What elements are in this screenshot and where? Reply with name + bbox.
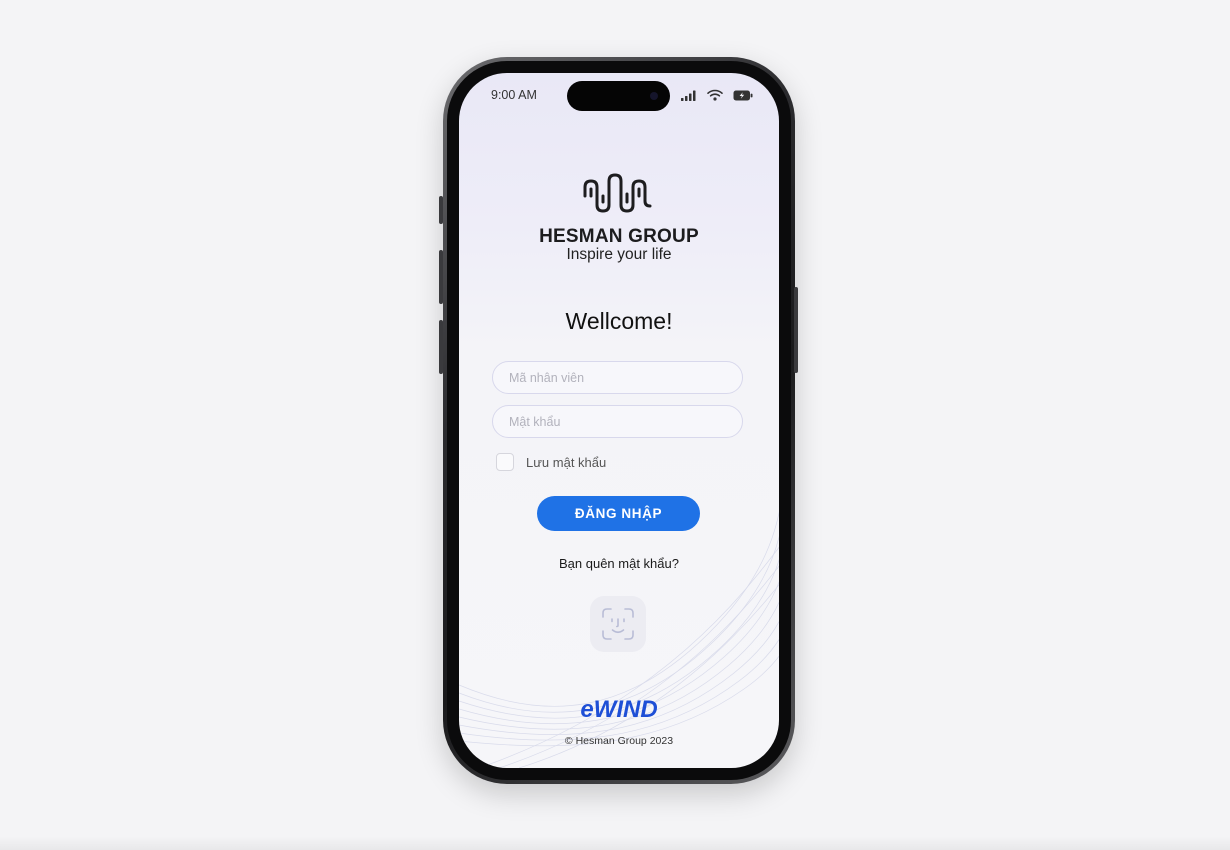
face-id-button[interactable] — [590, 596, 646, 652]
signal-icon — [681, 90, 696, 101]
action-button — [439, 196, 443, 224]
brand-tagline: Inspire your life — [566, 246, 672, 263]
employee-id-field[interactable] — [492, 361, 743, 394]
dynamic-island — [567, 81, 670, 111]
volume-up-button — [439, 250, 443, 304]
employee-id-input[interactable] — [493, 362, 742, 393]
face-id-icon — [602, 608, 634, 640]
brand-name: HESMAN GROUP — [539, 226, 699, 247]
password-input[interactable] — [493, 406, 742, 437]
wifi-icon — [707, 89, 723, 101]
floor-shadow — [0, 836, 1230, 850]
power-button — [794, 287, 798, 373]
copyright-text: © Hesman Group 2023 — [564, 735, 674, 747]
battery-icon — [733, 90, 753, 100]
login-button[interactable]: ĐĂNG NHẬP — [537, 496, 700, 531]
front-camera — [650, 92, 658, 100]
forgot-password-link[interactable]: Bạn quên mật khẩu? — [459, 556, 779, 571]
wave-logo-icon — [583, 173, 652, 213]
app-name: eWIND — [580, 696, 658, 723]
status-icons — [681, 89, 753, 101]
remember-label: Lưu mật khẩu — [526, 454, 607, 470]
remember-password[interactable]: Lưu mật khẩu — [496, 453, 606, 471]
welcome-heading: Wellcome! — [565, 308, 673, 334]
remember-checkbox[interactable] — [496, 453, 514, 471]
password-field[interactable] — [492, 405, 743, 438]
login-screen: 9:00 AM HESMAN GROUP Inspire your life W… — [459, 73, 779, 768]
volume-down-button — [439, 320, 443, 374]
status-time: 9:00 AM — [491, 88, 537, 102]
